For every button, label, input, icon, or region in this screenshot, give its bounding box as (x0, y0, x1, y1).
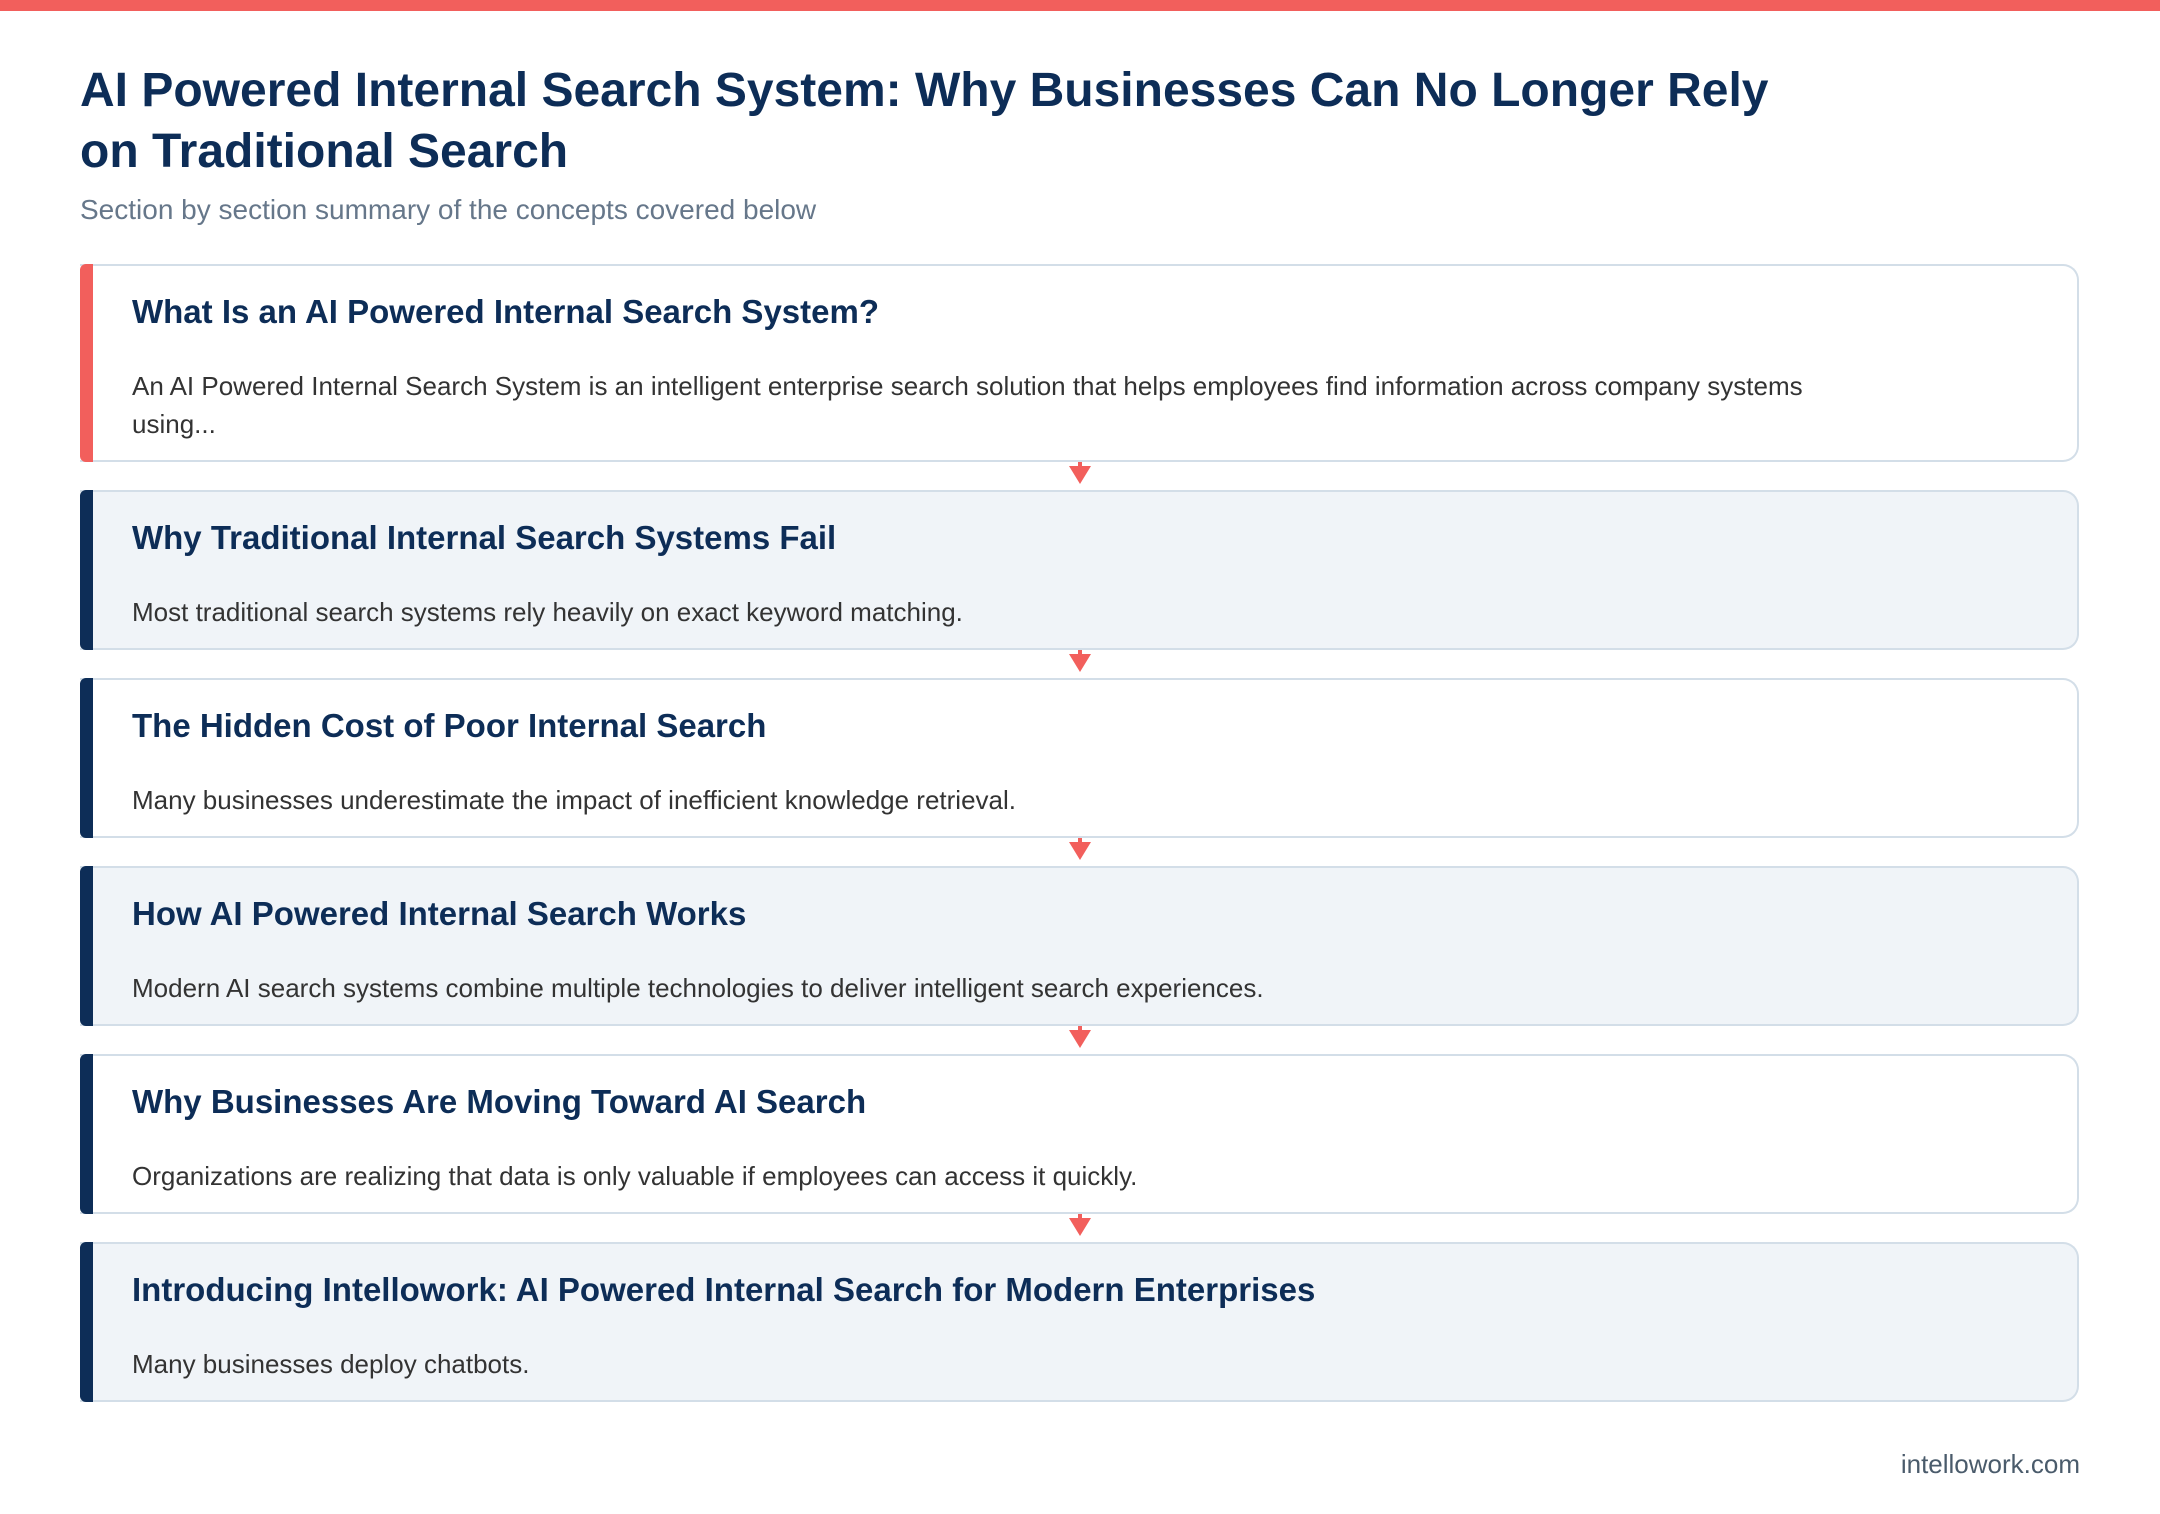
flow-connector (80, 1214, 2079, 1242)
section-list: What Is an AI Powered Internal Search Sy… (80, 264, 2079, 1402)
flow-connector (80, 650, 2079, 678)
arrow-down-icon (1069, 1218, 1091, 1236)
card-accent-bar (80, 264, 93, 462)
card-accent-bar (80, 678, 93, 838)
top-accent-bar (0, 0, 2160, 11)
flow-connector (80, 838, 2079, 866)
section-card: How AI Powered Internal Search Works Mod… (80, 866, 2079, 1026)
footer-site-link[interactable]: intellowork.com (1901, 1446, 2080, 1482)
arrow-down-icon (1069, 1030, 1091, 1048)
section-title: Why Traditional Internal Search Systems … (132, 519, 837, 556)
section-text: Many businesses deploy chatbots. (132, 1349, 530, 1379)
flow-connector (80, 462, 2079, 490)
section-card: Why Businesses Are Moving Toward AI Sear… (80, 1054, 2079, 1214)
section-title: Introducing Intellowork: AI Powered Inte… (132, 1271, 1316, 1308)
card-accent-bar (80, 1054, 93, 1214)
section-text: Most traditional search systems rely hea… (132, 597, 963, 627)
card-accent-bar (80, 866, 93, 1026)
section-text: Modern AI search systems combine multipl… (132, 973, 1264, 1003)
page-title: AI Powered Internal Search System: Why B… (80, 64, 1769, 178)
section-title: What Is an AI Powered Internal Search Sy… (132, 293, 879, 330)
section-card: Introducing Intellowork: AI Powered Inte… (80, 1242, 2079, 1402)
section-card: The Hidden Cost of Poor Internal Search … (80, 678, 2079, 838)
section-card: Why Traditional Internal Search Systems … (80, 490, 2079, 650)
page-subtitle: Section by section summary of the concep… (80, 194, 817, 225)
section-text: Organizations are realizing that data is… (132, 1161, 1138, 1191)
section-title: Why Businesses Are Moving Toward AI Sear… (132, 1083, 867, 1120)
card-accent-bar (80, 1242, 93, 1402)
arrow-down-icon (1069, 466, 1091, 484)
section-text: An AI Powered Internal Search System is … (132, 371, 1803, 439)
card-accent-bar (80, 490, 93, 650)
section-card: What Is an AI Powered Internal Search Sy… (80, 264, 2079, 462)
arrow-down-icon (1069, 654, 1091, 672)
section-title: The Hidden Cost of Poor Internal Search (132, 707, 767, 744)
flow-connector (80, 1026, 2079, 1054)
arrow-down-icon (1069, 842, 1091, 860)
section-title: How AI Powered Internal Search Works (132, 895, 747, 932)
section-text: Many businesses underestimate the impact… (132, 785, 1016, 815)
